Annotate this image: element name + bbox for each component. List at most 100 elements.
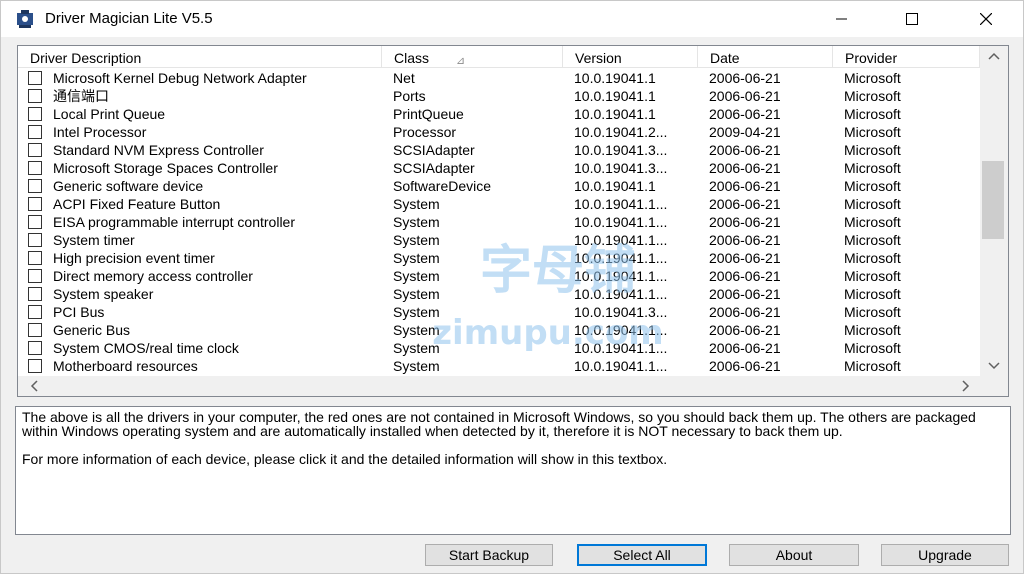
- cell-date: 2006-06-21: [709, 106, 781, 122]
- list-header: Driver Description Class ⊿ Version Date …: [18, 46, 980, 68]
- horizontal-scrollbar[interactable]: [18, 376, 980, 396]
- row-checkbox[interactable]: [28, 287, 42, 301]
- table-row[interactable]: System speaker System 10.0.19041.1... 2006-…: [18, 285, 980, 303]
- cell-description: Microsoft Kernel Debug Network Adapter: [53, 70, 307, 86]
- row-checkbox[interactable]: [28, 161, 42, 175]
- window-title: Driver Magician Lite V5.5: [45, 10, 213, 27]
- cell-date: 2006-06-21: [709, 178, 781, 194]
- column-header-date[interactable]: Date: [698, 46, 833, 68]
- cell-class: System: [393, 322, 440, 338]
- close-button[interactable]: [963, 1, 1009, 37]
- cell-date: 2006-06-21: [709, 142, 781, 158]
- column-header-provider[interactable]: Provider: [833, 46, 980, 68]
- row-checkbox[interactable]: [28, 143, 42, 157]
- row-checkbox[interactable]: [28, 197, 42, 211]
- row-checkbox[interactable]: [28, 359, 42, 373]
- table-row[interactable]: System timer System 10.0.19041.1... 2006-06…: [18, 231, 980, 249]
- row-checkbox[interactable]: [28, 251, 42, 265]
- cell-date: 2009-04-21: [709, 124, 781, 140]
- row-checkbox[interactable]: [28, 269, 42, 283]
- table-row[interactable]: 通信端口 Ports 10.0.19041.1 2006-06-21 Microsoft: [18, 87, 980, 105]
- table-row[interactable]: High precision event timer System 10.0.190…: [18, 249, 980, 267]
- table-row[interactable]: Microsoft Kernel Debug Network Adapter Ne…: [18, 69, 980, 87]
- row-checkbox[interactable]: [28, 179, 42, 193]
- column-header-version[interactable]: Version: [563, 46, 698, 68]
- cell-version: 10.0.19041.1: [574, 178, 656, 194]
- table-row[interactable]: PCI Bus System 10.0.19041.3... 2006-06-21 Mi…: [18, 303, 980, 321]
- cell-description: PCI Bus: [53, 304, 105, 320]
- cell-description: EISA programmable interrupt controller: [53, 214, 295, 230]
- cell-date: 2006-06-21: [709, 88, 781, 104]
- upgrade-button[interactable]: Upgrade: [881, 544, 1009, 566]
- row-checkbox[interactable]: [28, 89, 42, 103]
- start-backup-button[interactable]: Start Backup: [425, 544, 553, 566]
- scroll-left-button[interactable]: [20, 376, 48, 396]
- driver-list[interactable]: Driver Description Class ⊿ Version Date …: [17, 45, 1009, 397]
- table-row[interactable]: Microsoft Storage Spaces Controller SCSIA…: [18, 159, 980, 177]
- vertical-scroll-thumb[interactable]: [982, 161, 1004, 239]
- row-checkbox[interactable]: [28, 107, 42, 121]
- cell-class: System: [393, 214, 440, 230]
- scroll-up-button[interactable]: [980, 46, 1008, 66]
- row-checkbox[interactable]: [28, 71, 42, 85]
- cell-date: 2006-06-21: [709, 70, 781, 86]
- row-checkbox[interactable]: [28, 215, 42, 229]
- table-row[interactable]: Motherboard resources System 10.0.19041.1.…: [18, 357, 980, 375]
- app-logo-icon: [17, 10, 33, 28]
- cell-version: 10.0.19041.2...: [574, 124, 668, 140]
- cell-class: SCSIAdapter: [393, 160, 475, 176]
- cell-class: System: [393, 196, 440, 212]
- row-checkbox[interactable]: [28, 125, 42, 139]
- cell-version: 10.0.19041.1...: [574, 340, 668, 356]
- table-row[interactable]: Local Print Queue PrintQueue 10.0.19041.1 2…: [18, 105, 980, 123]
- cell-provider: Microsoft: [844, 142, 901, 158]
- scroll-down-button[interactable]: [980, 356, 1008, 376]
- cell-description: System speaker: [53, 286, 154, 302]
- cell-provider: Microsoft: [844, 178, 901, 194]
- table-row[interactable]: Generic Bus System 10.0.19041.1... 2006-06-…: [18, 321, 980, 339]
- table-row[interactable]: Standard NVM Express Controller SCSIAdapt…: [18, 141, 980, 159]
- vertical-scrollbar[interactable]: [980, 46, 1008, 376]
- cell-class: Net: [393, 70, 415, 86]
- chevron-down-icon: [988, 362, 1000, 370]
- cell-provider: Microsoft: [844, 214, 901, 230]
- cell-description: Motherboard resources: [53, 358, 198, 374]
- list-rows: Microsoft Kernel Debug Network Adapter Ne…: [18, 69, 980, 375]
- table-row[interactable]: Direct memory access controller System 10.…: [18, 267, 980, 285]
- table-row[interactable]: EISA programmable interrupt controller Sy…: [18, 213, 980, 231]
- cell-date: 2006-06-21: [709, 358, 781, 374]
- about-button[interactable]: About: [729, 544, 859, 566]
- column-header-description[interactable]: Driver Description: [18, 46, 382, 68]
- scroll-right-button[interactable]: [952, 376, 980, 396]
- cell-provider: Microsoft: [844, 340, 901, 356]
- table-row[interactable]: System CMOS/real time clock System 10.0.19…: [18, 339, 980, 357]
- close-icon: [980, 13, 992, 25]
- select-all-button[interactable]: Select All: [577, 544, 707, 566]
- cell-provider: Microsoft: [844, 124, 901, 140]
- table-row[interactable]: ACPI Fixed Feature Button System 10.0.1904…: [18, 195, 980, 213]
- table-row[interactable]: Intel Processor Processor 10.0.19041.2... 2…: [18, 123, 980, 141]
- row-checkbox[interactable]: [28, 341, 42, 355]
- cell-date: 2006-06-21: [709, 340, 781, 356]
- row-checkbox[interactable]: [28, 323, 42, 337]
- column-header-class[interactable]: Class ⊿: [382, 46, 563, 68]
- cell-description: Direct memory access controller: [53, 268, 253, 284]
- cell-provider: Microsoft: [844, 250, 901, 266]
- cell-date: 2006-06-21: [709, 160, 781, 176]
- row-checkbox[interactable]: [28, 305, 42, 319]
- info-textbox[interactable]: The above is all the drivers in your com…: [15, 406, 1011, 535]
- title-bar[interactable]: Driver Magician Lite V5.5: [1, 1, 1023, 37]
- cell-description: System CMOS/real time clock: [53, 340, 239, 356]
- maximize-button[interactable]: [889, 1, 935, 37]
- minimize-button[interactable]: [819, 1, 865, 37]
- row-checkbox[interactable]: [28, 233, 42, 247]
- cell-provider: Microsoft: [844, 358, 901, 374]
- table-row[interactable]: Generic software device SoftwareDevice 10.…: [18, 177, 980, 195]
- cell-version: 10.0.19041.1...: [574, 250, 668, 266]
- maximize-icon: [906, 13, 918, 25]
- cell-version: 10.0.19041.3...: [574, 142, 668, 158]
- cell-version: 10.0.19041.1: [574, 106, 656, 122]
- chevron-up-icon: [988, 52, 1000, 60]
- cell-date: 2006-06-21: [709, 232, 781, 248]
- cell-description: Standard NVM Express Controller: [53, 142, 264, 158]
